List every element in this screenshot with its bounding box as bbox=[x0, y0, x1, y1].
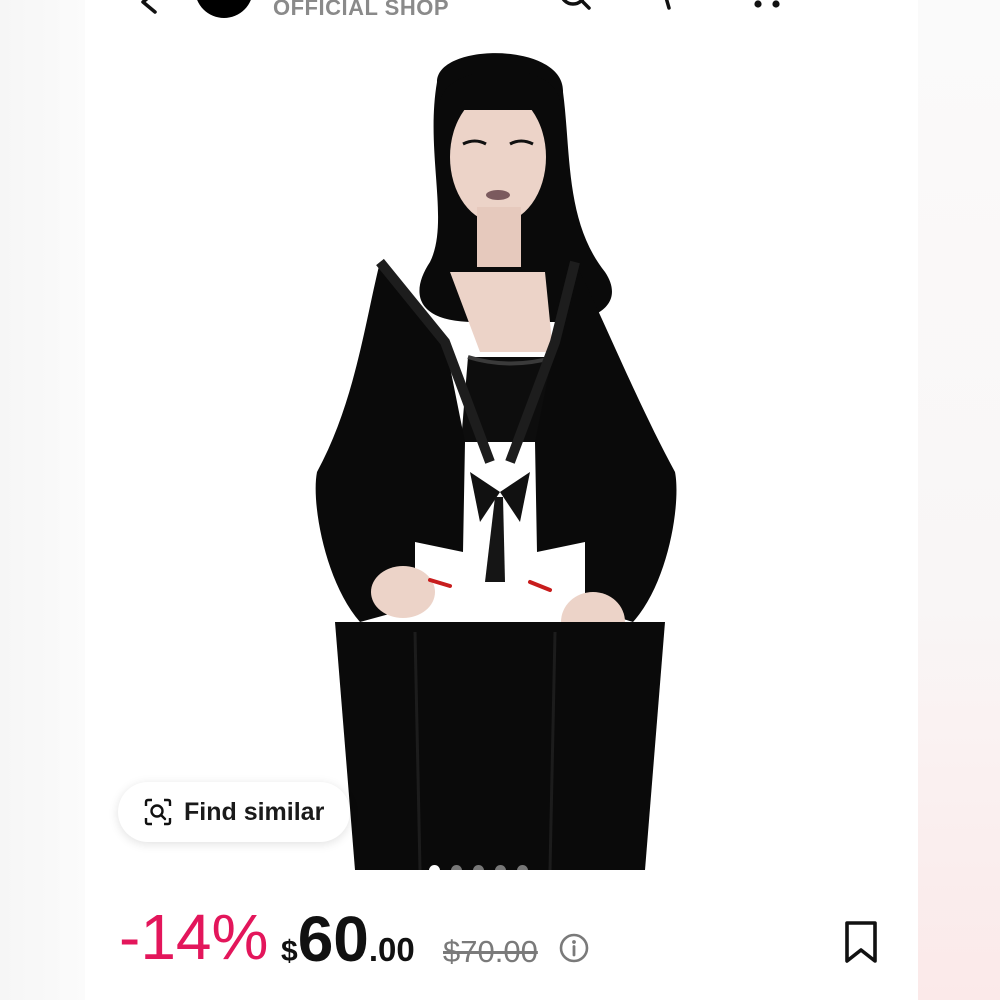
left-background bbox=[0, 0, 85, 1000]
right-background bbox=[918, 0, 1000, 1000]
price-bar: -14% $60.00 $70.00 bbox=[85, 880, 918, 1000]
back-icon[interactable] bbox=[135, 0, 163, 16]
product-photo bbox=[315, 53, 677, 870]
image-search-icon bbox=[144, 798, 172, 826]
price-decimal: .00 bbox=[368, 931, 415, 968]
shop-label[interactable]: OFFICIAL SHOP bbox=[273, 0, 449, 21]
page-dot-2[interactable] bbox=[451, 864, 462, 876]
product-screen: OFFICIAL SHOP Find similar -14% $60.00 $… bbox=[85, 0, 918, 1000]
more-icon[interactable] bbox=[747, 0, 787, 12]
info-icon[interactable] bbox=[558, 932, 590, 964]
current-price: $60.00 bbox=[281, 907, 415, 971]
price-currency: $ bbox=[281, 935, 298, 968]
bookmark-icon[interactable] bbox=[842, 920, 880, 964]
top-bar: OFFICIAL SHOP bbox=[85, 0, 918, 22]
product-image-gallery[interactable]: Find similar bbox=[85, 22, 918, 876]
search-icon[interactable] bbox=[555, 0, 595, 14]
page-dot-1[interactable] bbox=[429, 864, 440, 876]
original-price: $70.00 bbox=[443, 934, 538, 969]
find-similar-button[interactable]: Find similar bbox=[118, 782, 350, 842]
share-icon[interactable] bbox=[643, 0, 683, 14]
page-dot-3[interactable] bbox=[473, 864, 484, 876]
shop-avatar[interactable] bbox=[195, 0, 253, 18]
page-dot-5[interactable] bbox=[517, 864, 528, 876]
find-similar-label: Find similar bbox=[184, 797, 325, 826]
gallery-page-indicator bbox=[429, 863, 579, 877]
price-integer: 60 bbox=[297, 903, 369, 975]
discount-badge: -14% bbox=[119, 901, 269, 973]
page-dot-4[interactable] bbox=[495, 864, 506, 876]
